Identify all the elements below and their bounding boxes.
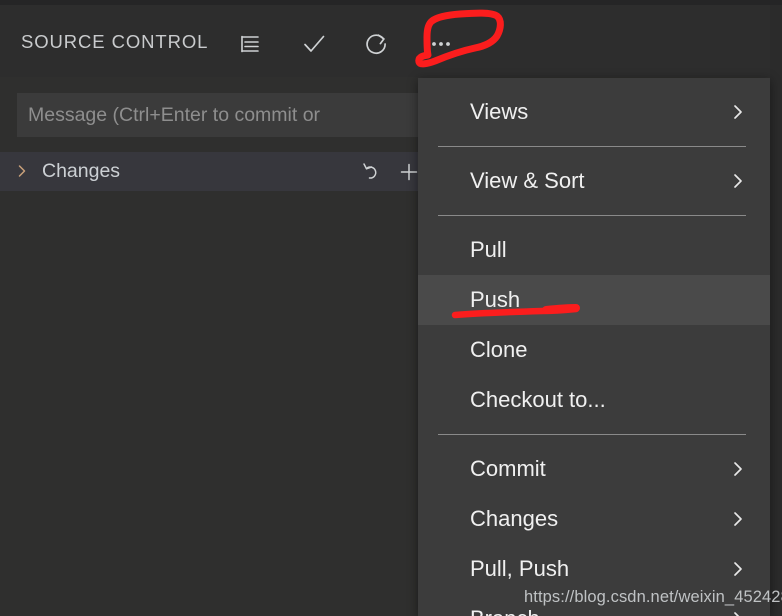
stage-all-changes-icon[interactable]: [398, 161, 420, 183]
menu-item-changes[interactable]: Changes: [418, 494, 770, 544]
menu-item-label: View & Sort: [470, 168, 585, 193]
chevron-right-icon: [734, 105, 742, 119]
panel-right-edge: [770, 5, 782, 616]
menu-separator: [438, 434, 746, 435]
menu-item-label: Push: [470, 287, 521, 312]
page-title: SOURCE CONTROL: [21, 31, 209, 52]
more-actions-context-menu[interactable]: Views View & Sort Pull Push Clone Checkout to…: [418, 78, 770, 616]
changes-group-actions: [361, 161, 420, 183]
menu-item-views[interactable]: Views: [418, 87, 770, 137]
menu-item-label: Changes: [470, 506, 559, 531]
menu-item-push[interactable]: Push: [418, 275, 770, 325]
screenshot-root: SOURCE CONTROL Message (Ctrl+Enter to co…: [0, 0, 782, 616]
view-as-tree-icon[interactable]: [233, 27, 267, 61]
menu-item-label: Branch: [470, 606, 730, 616]
refresh-icon[interactable]: [360, 27, 394, 61]
source-control-toolbar: SOURCE CONTROL: [0, 5, 782, 77]
chevron-right-icon[interactable]: [14, 163, 30, 179]
menu-item-label: Commit: [470, 456, 546, 481]
menu-item-view-sort[interactable]: View & Sort: [418, 156, 770, 206]
menu-item-label: Views: [470, 99, 529, 124]
changes-group-label: Changes: [42, 160, 121, 182]
chevron-right-icon: [734, 562, 742, 576]
menu-item-commit[interactable]: Commit: [418, 444, 770, 494]
chevron-right-icon: [734, 512, 742, 526]
menu-separator: [438, 146, 746, 147]
menu-item-checkout-to[interactable]: Checkout to...: [418, 375, 770, 425]
watermark-url: https://blog.csdn.net/weixin_45242865: [524, 588, 782, 606]
chevron-right-icon: [734, 462, 742, 476]
menu-item-label: Checkout to...: [470, 387, 606, 412]
check-icon[interactable]: [297, 27, 331, 61]
menu-separator: [438, 215, 746, 216]
chevron-right-icon: [734, 612, 740, 616]
discard-all-changes-icon[interactable]: [361, 161, 383, 183]
menu-item-label: Pull: [470, 237, 507, 262]
menu-item-clone[interactable]: Clone: [418, 325, 770, 375]
chevron-right-icon: [734, 174, 742, 188]
menu-item-pull[interactable]: Pull: [418, 225, 770, 275]
more-actions-icon[interactable]: [424, 27, 458, 61]
menu-item-label: Clone: [470, 337, 528, 362]
menu-item-pull-push[interactable]: Pull, Push: [418, 544, 770, 594]
menu-item-label: Pull, Push: [470, 556, 570, 581]
